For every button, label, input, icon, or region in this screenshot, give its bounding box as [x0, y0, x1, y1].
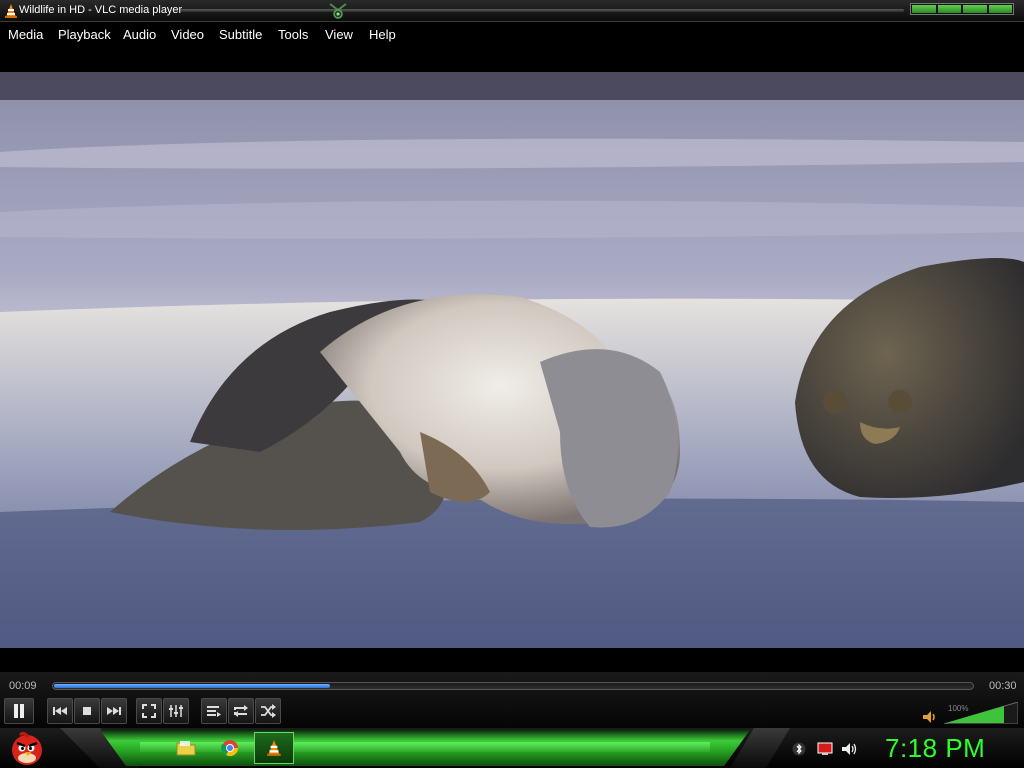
- video-frame: [0, 72, 1024, 648]
- tray-speaker[interactable]: [841, 741, 857, 757]
- title-bar[interactable]: Wildlife in HD - VLC media player: [0, 0, 1024, 22]
- playlist-group: [201, 698, 281, 724]
- seek-progress: [54, 684, 330, 688]
- taskbar-vlc[interactable]: [254, 732, 294, 764]
- video-display[interactable]: [0, 72, 1024, 648]
- vlc-icon: [267, 740, 281, 756]
- seek-slider[interactable]: [52, 682, 974, 690]
- transport-group: [47, 698, 127, 724]
- previous-button[interactable]: [47, 698, 73, 724]
- battery-indicator: [910, 3, 1014, 15]
- title-bar-decoration: [180, 9, 904, 12]
- speaker-icon: [842, 743, 857, 755]
- menu-help[interactable]: Help: [369, 27, 396, 42]
- vlc-cone-icon: [5, 4, 17, 18]
- menu-audio[interactable]: Audio: [123, 27, 156, 42]
- menu-view[interactable]: View: [325, 27, 353, 42]
- shuffle-icon: [261, 704, 276, 718]
- next-icon: [107, 707, 121, 715]
- next-button[interactable]: [101, 698, 127, 724]
- previous-icon: [53, 707, 67, 715]
- loop-icon: [234, 705, 248, 717]
- fullscreen-icon: [142, 704, 156, 718]
- taskbar-clock[interactable]: 7:18 PM: [885, 733, 985, 764]
- stop-button[interactable]: [74, 698, 100, 724]
- playlist-icon: [207, 706, 221, 717]
- pause-button[interactable]: [4, 698, 34, 724]
- taskbar-chrome[interactable]: [210, 732, 250, 764]
- pause-icon: [14, 704, 24, 718]
- bluetooth-icon: [792, 742, 806, 756]
- volume-speaker-icon[interactable]: [922, 710, 938, 724]
- tray-network[interactable]: [817, 741, 833, 757]
- menu-tools[interactable]: Tools: [278, 27, 308, 42]
- equalizer-icon: [169, 705, 183, 717]
- start-button[interactable]: [8, 729, 46, 767]
- elapsed-time: 00:09: [9, 680, 37, 692]
- camera-icon: [329, 3, 347, 19]
- menu-video[interactable]: Video: [171, 27, 204, 42]
- extended-settings-button[interactable]: [163, 698, 189, 724]
- view-group: [136, 698, 189, 724]
- fullscreen-button[interactable]: [136, 698, 162, 724]
- window-title: Wildlife in HD - VLC media player: [19, 4, 183, 16]
- playlist-button[interactable]: [201, 698, 227, 724]
- menu-bar: Media Playback Audio Video Subtitle Tools View…: [0, 23, 1024, 47]
- taskbar-explorer[interactable]: [166, 732, 206, 764]
- menu-subtitle[interactable]: Subtitle: [219, 27, 262, 42]
- vlc-window: Wildlife in HD - VLC media player Media P…: [0, 0, 1024, 768]
- tray-bluetooth[interactable]: [791, 741, 807, 757]
- menu-playback[interactable]: Playback: [58, 27, 111, 42]
- menu-media[interactable]: Media: [8, 27, 43, 42]
- volume-slider[interactable]: [944, 702, 1018, 724]
- chrome-icon: [221, 740, 239, 757]
- folder-icon: [176, 741, 196, 756]
- network-icon: [817, 742, 833, 755]
- stop-icon: [83, 707, 91, 715]
- taskbar: [0, 728, 1024, 768]
- total-time: 00:30: [989, 680, 1017, 692]
- shuffle-button[interactable]: [255, 698, 281, 724]
- loop-button[interactable]: [228, 698, 254, 724]
